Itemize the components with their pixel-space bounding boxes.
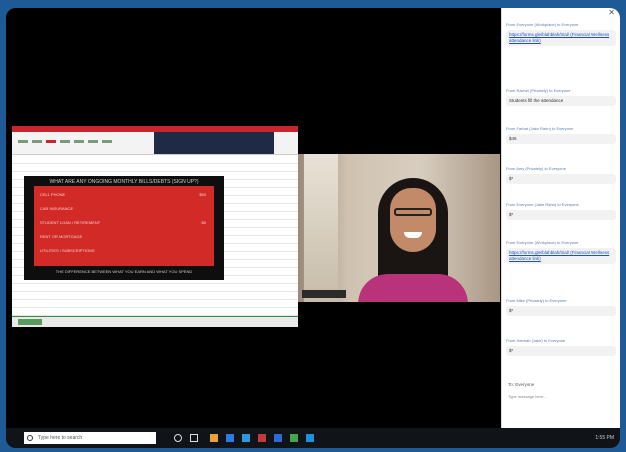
shared-screen: WHAT ARE ANY ONGOING MONTHLY BILLS/DEBTS… xyxy=(6,8,501,428)
slide-red-box: CELL PHONE $50 CAR INSURANCE STUDENT LOA… xyxy=(34,186,214,266)
participant-glasses xyxy=(394,208,432,216)
participant-face xyxy=(390,188,436,252)
ribbon-tool[interactable] xyxy=(74,140,84,143)
window-light xyxy=(304,154,338,302)
chat-sender: From Amy (Privately) to Everyone xyxy=(506,166,566,171)
slide-line: CAR INSURANCE xyxy=(40,206,74,211)
participant-shirt xyxy=(358,274,468,302)
slide-footer: THE DIFFERENCE BETWEEN WHAT YOU EARN AND… xyxy=(55,269,193,274)
search-icon xyxy=(27,435,33,441)
app-icon[interactable] xyxy=(226,434,234,442)
search-box[interactable]: Type here to search xyxy=(24,432,156,444)
chat-sender: From Everyone (Workplace) to Everyone xyxy=(506,22,579,27)
slide-heading: WHAT ARE ANY ONGOING MONTHLY BILLS/DEBTS… xyxy=(49,179,199,185)
chat-panel[interactable]: ✕ From Everyone (Workplace) to Everyone … xyxy=(501,8,620,428)
app-icon[interactable] xyxy=(306,434,314,442)
cortana-icon[interactable] xyxy=(174,434,182,442)
slide-line: CELL PHONE xyxy=(40,192,66,197)
taskbar: Type here to search 1:55 PM xyxy=(6,428,620,448)
webcam-video xyxy=(298,154,500,302)
chat-sender: From Farhat (Jake Rahn) to Everyone xyxy=(506,126,574,131)
screen-frame: WHAT ARE ANY ONGOING MONTHLY BILLS/DEBTS… xyxy=(6,8,620,448)
slide-line: UTILITIES / SUBSCRIPTIONS xyxy=(40,248,95,253)
chat-message: From Amy (Privately) to Everyone $* xyxy=(506,166,616,184)
chat-sender: From Rachel (Privately) to Everyone xyxy=(506,88,571,93)
chat-message: From Everyone (Workplace) to Everyone ht… xyxy=(506,240,616,264)
chat-text: $* xyxy=(506,174,616,184)
chat-sender: From Hannah (Jake) to Everyone xyxy=(506,338,566,343)
search-placeholder: Type here to search xyxy=(38,435,83,441)
chat-sender: From Mike (Privately) to Everyone xyxy=(506,298,567,303)
ribbon-tool[interactable] xyxy=(60,140,70,143)
sheet-tab[interactable] xyxy=(18,319,42,325)
ribbon-tool[interactable] xyxy=(88,140,98,143)
ribbon-tool[interactable] xyxy=(46,140,56,143)
chat-message: From Farhat (Jake Rahn) to Everyone $45 xyxy=(506,126,616,144)
chat-text: $45 xyxy=(506,134,616,144)
sheet-tabs-bar xyxy=(12,316,298,327)
app-icon[interactable] xyxy=(242,434,250,442)
chat-sender: From Everyone (Jake Rahn) to Everyone xyxy=(506,202,579,207)
chat-text: Students fill the attendance xyxy=(506,96,616,106)
participant-name-label xyxy=(302,290,346,298)
app-icon[interactable] xyxy=(290,434,298,442)
chat-link[interactable]: https://forms.gle/blahblah/trial/ (Finan… xyxy=(506,30,616,46)
chat-message: From Hannah (Jake) to Everyone $* xyxy=(506,338,616,356)
close-icon[interactable]: ✕ xyxy=(608,8,615,17)
task-view-icon[interactable] xyxy=(190,434,198,442)
ribbon-tool[interactable] xyxy=(102,140,112,143)
chat-recipient[interactable]: To: Everyone xyxy=(508,382,616,387)
chat-sender: From Everyone (Workplace) to Everyone xyxy=(506,240,579,245)
chat-message: From Rachel (Privately) to Everyone Stud… xyxy=(506,88,616,106)
excel-window[interactable]: WHAT ARE ANY ONGOING MONTHLY BILLS/DEBTS… xyxy=(12,126,298,327)
chat-text: $* xyxy=(506,306,616,316)
app-icon[interactable] xyxy=(258,434,266,442)
app-icon[interactable] xyxy=(274,434,282,442)
ribbon-tool[interactable] xyxy=(32,140,42,143)
slide-line: RENT OR MORTGAGE xyxy=(40,234,83,239)
chat-message: From Everyone (Jake Rahn) to Everyone $* xyxy=(506,202,616,220)
slide-line-value: $50 xyxy=(199,192,206,197)
chat-text: $* xyxy=(506,346,616,356)
chat-input[interactable]: Type message here... xyxy=(508,394,616,399)
slide-line: STUDENT LOAN / RETIREMENT xyxy=(40,220,101,225)
slide-line-value: $0 xyxy=(201,220,206,225)
chat-message: From Everyone (Workplace) to Everyone ht… xyxy=(506,22,616,46)
ribbon-dark-region xyxy=(154,132,274,154)
app-icon[interactable] xyxy=(210,434,218,442)
chat-message: From Mike (Privately) to Everyone $* xyxy=(506,298,616,316)
system-clock[interactable]: 1:55 PM xyxy=(595,432,614,444)
chat-text: $* xyxy=(506,210,616,220)
presentation-slide: WHAT ARE ANY ONGOING MONTHLY BILLS/DEBTS… xyxy=(24,176,224,280)
ribbon-tool[interactable] xyxy=(18,140,28,143)
chat-link[interactable]: https://forms.gle/blahblah/trial/ (Finan… xyxy=(506,248,616,264)
excel-ribbon xyxy=(12,132,298,155)
